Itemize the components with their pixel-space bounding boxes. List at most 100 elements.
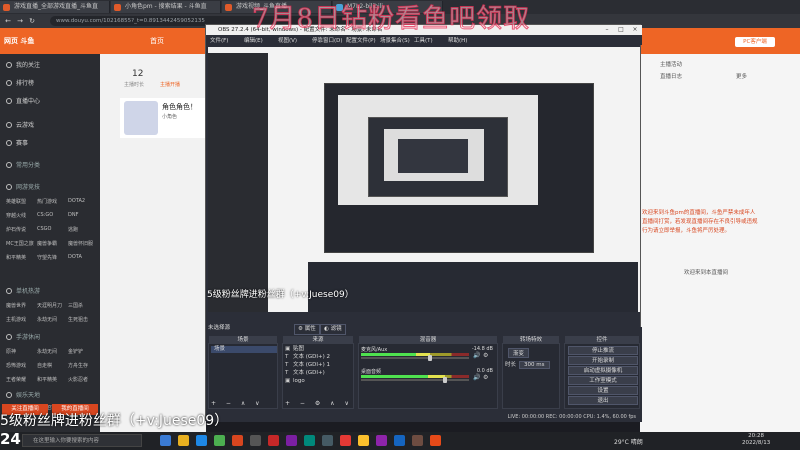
app-icon[interactable] — [340, 435, 351, 446]
source-item[interactable]: T 文本 (GDI+) 1 — [285, 362, 353, 369]
edge-icon[interactable] — [196, 435, 207, 446]
app-icon[interactable] — [286, 435, 297, 446]
obs-menu-item[interactable]: 帮助(H) — [448, 36, 467, 44]
browser-tab[interactable]: 游戏直播_全部游戏直播_斗鱼直 — [0, 1, 110, 13]
category-link[interactable]: 魔兽世界 — [6, 302, 26, 309]
app-icon[interactable] — [394, 435, 405, 446]
category-link[interactable]: 魔兽怀旧服 — [68, 240, 93, 247]
exit-button[interactable]: 退出 — [568, 396, 638, 405]
category-link[interactable]: 守望先锋 — [37, 254, 57, 261]
obs-menu-item[interactable]: 编辑(E) — [244, 36, 263, 44]
sidebar-item[interactable]: 手游休闲 — [6, 332, 40, 341]
minimize-icon[interactable]: – — [600, 25, 614, 35]
obs-icon[interactable] — [250, 435, 261, 446]
back-icon[interactable]: ← — [4, 17, 12, 25]
studio-mode-button[interactable]: 工作室模式 — [568, 376, 638, 385]
category-link[interactable]: 炉石传说 — [6, 226, 26, 233]
obs-menu-item[interactable]: 视图(V) — [278, 36, 297, 44]
gear-icon[interactable]: ⚙ — [483, 374, 488, 381]
category-link[interactable]: CSGO — [37, 226, 51, 232]
obs-menu-item[interactable]: 场景集合(S) — [380, 36, 410, 44]
forward-icon[interactable]: → — [16, 17, 24, 25]
app-icon[interactable] — [412, 435, 423, 446]
sidebar-item[interactable]: 云游戏 — [6, 120, 34, 129]
source-item[interactable]: ▣ logo — [285, 378, 353, 385]
app-icon[interactable] — [430, 435, 441, 446]
volume-slider[interactable] — [361, 379, 469, 381]
streamer-card[interactable]: 角色角色！ 小角色 — [120, 98, 206, 138]
douyu-app-icon[interactable] — [232, 435, 243, 446]
start-recording-button[interactable]: 开始录制 — [568, 356, 638, 365]
obs-preview[interactable] — [208, 47, 640, 312]
pc-client-button[interactable]: PC客户端 — [735, 37, 775, 47]
file-explorer-icon[interactable] — [178, 435, 189, 446]
volume-slider-knob[interactable] — [428, 355, 433, 361]
panel-link[interactable]: 欢迎来到本直播间 — [684, 268, 728, 276]
reload-icon[interactable]: ↻ — [28, 17, 36, 25]
category-link[interactable]: 恐怖游戏 — [6, 362, 26, 369]
speaker-icon[interactable]: 🔊 — [473, 374, 480, 381]
chrome-icon[interactable] — [214, 435, 225, 446]
category-link[interactable]: 主机游戏 — [6, 316, 26, 323]
obs-menu-item[interactable]: 文件(F) — [210, 36, 228, 44]
category-link[interactable]: 英雄联盟 — [6, 198, 26, 205]
virtual-camera-button[interactable]: 启动虚拟摄像机 — [568, 366, 638, 375]
weather-widget[interactable]: 29°C 晴朗 — [614, 437, 643, 446]
obs-menu-item[interactable]: 工具(T) — [414, 36, 433, 44]
category-link[interactable]: 自走棋 — [37, 362, 52, 369]
obs-menu-item[interactable]: 停靠窗口(D) — [312, 36, 343, 44]
volume-slider[interactable] — [361, 357, 469, 359]
category-link[interactable]: 天涯明月刀 — [37, 302, 62, 309]
sidebar-item[interactable]: 我的关注 — [6, 60, 40, 69]
scene-item[interactable]: 场景 — [211, 346, 277, 353]
speaker-icon[interactable]: 🔊 — [473, 352, 480, 359]
category-link[interactable]: 和平精英 — [37, 376, 57, 383]
maximize-icon[interactable]: □ — [614, 25, 628, 35]
source-controls[interactable]: + − ⚙ ∧ ∨ — [285, 400, 353, 407]
app-icon[interactable] — [376, 435, 387, 446]
category-link[interactable]: 方舟生存 — [68, 362, 88, 369]
taskbar-clock[interactable]: 20:28 2022/8/13 — [742, 433, 770, 447]
scene-controls[interactable]: + − ∧ ∨ — [211, 400, 264, 407]
category-link[interactable]: 三国杀 — [68, 302, 83, 309]
panel-link[interactable]: 主播活动 — [660, 60, 682, 68]
sidebar-item[interactable]: 直播中心 — [6, 96, 40, 105]
category-link[interactable]: 火影忍者 — [68, 376, 88, 383]
taskbar-search[interactable]: 在这里输入你要搜索的内容 — [22, 434, 142, 447]
app-icon[interactable] — [358, 435, 369, 446]
volume-slider-knob[interactable] — [443, 377, 448, 383]
source-item[interactable]: T 文本 (GDI+) — [285, 370, 353, 377]
stop-streaming-button[interactable]: 停止推流 — [568, 346, 638, 355]
filters-button[interactable]: ◐ 滤镜 — [320, 324, 346, 335]
settings-button[interactable]: 设置 — [568, 386, 638, 395]
steam-icon[interactable] — [322, 435, 333, 446]
category-link[interactable]: DOTA2 — [68, 198, 85, 204]
sidebar-item[interactable]: 网游竞技 — [6, 182, 40, 191]
sidebar-item[interactable]: 常用分类 — [6, 160, 40, 169]
obs-menu-item[interactable]: 配置文件(P) — [346, 36, 376, 44]
category-link[interactable]: 和平精英 — [6, 254, 26, 261]
source-item[interactable]: T 文本 (GDI+) 2 — [285, 354, 353, 361]
transition-type[interactable]: 渐变 — [505, 348, 530, 358]
home-link[interactable]: 首页 — [150, 33, 164, 49]
category-link[interactable]: 金铲铲 — [68, 348, 83, 355]
category-link[interactable]: MC王国之旅 — [6, 240, 34, 247]
sidebar-item[interactable]: 单机热游 — [6, 286, 40, 295]
properties-button[interactable]: ⚙ 属性 — [294, 324, 320, 335]
category-link[interactable]: 生死狙击 — [68, 316, 88, 323]
category-link[interactable]: CS:GO — [37, 212, 53, 218]
app-icon[interactable] — [304, 435, 315, 446]
category-link[interactable]: DNF — [68, 212, 78, 218]
category-link[interactable]: 永劫无间 — [37, 316, 57, 323]
task-view-icon[interactable] — [160, 435, 171, 446]
category-link[interactable]: DOTA — [68, 254, 82, 260]
category-link[interactable]: 逃跑 — [68, 226, 78, 233]
source-item[interactable]: ▣ 贴图 — [285, 346, 353, 353]
sidebar-item[interactable]: 娱乐天地 — [6, 390, 40, 399]
panel-link[interactable]: 更多 — [736, 72, 747, 80]
gear-icon[interactable]: ⚙ — [483, 352, 488, 359]
sidebar-item[interactable]: 赛事 — [6, 138, 28, 147]
browser-tab[interactable]: 小角色pm - 搜索结果 - 斗鱼直 — [111, 1, 221, 13]
category-link[interactable]: 魔兽争霸 — [37, 240, 57, 247]
category-link[interactable]: 永劫无间 — [37, 348, 57, 355]
